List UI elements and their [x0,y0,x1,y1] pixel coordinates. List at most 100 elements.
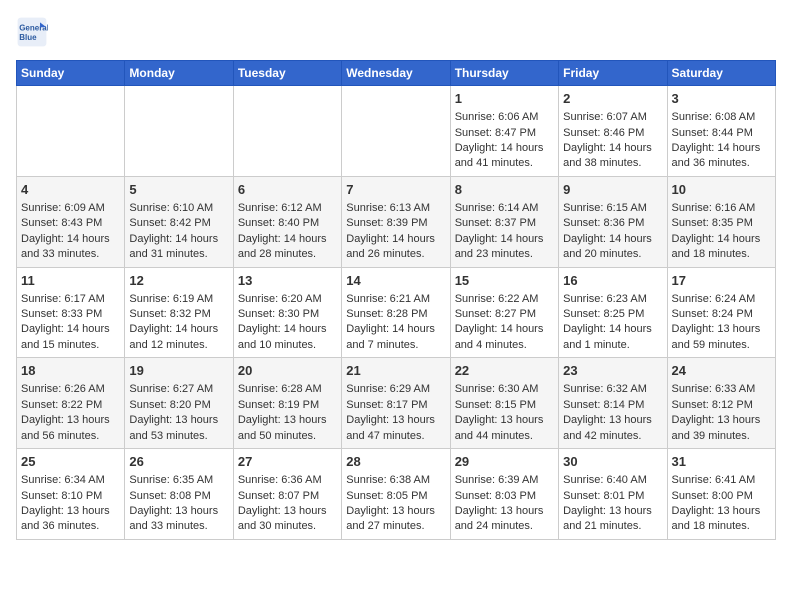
day-info: Sunrise: 6:06 AM Sunset: 8:47 PM Dayligh… [455,110,554,172]
day-info: Sunrise: 6:17 AM Sunset: 8:33 PM Dayligh… [21,292,120,354]
calendar-cell: 9 Sunrise: 6:15 AM Sunset: 8:36 PM Daylig… [559,176,667,267]
day-info: Sunrise: 6:20 AM Sunset: 8:30 PM Dayligh… [238,292,337,354]
calendar-cell: 3 Sunrise: 6:08 AM Sunset: 8:44 PM Daylig… [667,86,775,177]
calendar-table: SundayMondayTuesdayWednesdayThursdayFrid… [16,60,776,540]
day-info: Sunrise: 6:23 AM Sunset: 8:25 PM Dayligh… [563,292,662,354]
day-number: 3 [672,90,771,108]
calendar-cell: 10 Sunrise: 6:16 AM Sunset: 8:35 PM Dayli… [667,176,775,267]
logo-icon: General Blue [16,16,48,48]
day-number: 7 [346,181,445,199]
day-number: 16 [563,272,662,290]
day-info: Sunrise: 6:10 AM Sunset: 8:42 PM Dayligh… [129,201,228,263]
day-number: 22 [455,362,554,380]
day-number: 30 [563,453,662,471]
calendar-cell: 12Sunrise: 6:19 AM Sunset: 8:32 PM Dayli… [125,267,233,358]
day-info: Sunrise: 6:09 AM Sunset: 8:43 PM Dayligh… [21,201,120,263]
day-info: Sunrise: 6:24 AM Sunset: 8:24 PM Dayligh… [672,292,771,354]
day-info: Sunrise: 6:35 AM Sunset: 8:08 PM Dayligh… [129,473,228,535]
day-number: 13 [238,272,337,290]
day-number: 21 [346,362,445,380]
calendar-cell: 16 Sunrise: 6:23 AM Sunset: 8:25 PM Dayli… [559,267,667,358]
day-number: 29 [455,453,554,471]
svg-text:General: General [19,23,48,32]
calendar-cell: 31 Sunrise: 6:41 AM Sunset: 8:00 PM Dayli… [667,449,775,540]
calendar-week-row: 25Sunrise: 6:34 AM Sunset: 8:10 PM Dayli… [17,449,776,540]
day-number: 24 [672,362,771,380]
calendar-cell: 23 Sunrise: 6:32 AM Sunset: 8:14 PM Dayli… [559,358,667,449]
day-info: Sunrise: 6:12 AM Sunset: 8:40 PM Dayligh… [238,201,337,263]
calendar-cell: 15 Sunrise: 6:22 AM Sunset: 8:27 PM Dayli… [450,267,558,358]
day-info: Sunrise: 6:21 AM Sunset: 8:28 PM Dayligh… [346,292,445,354]
day-number: 26 [129,453,228,471]
calendar-cell: 17Sunrise: 6:24 AM Sunset: 8:24 PM Dayli… [667,267,775,358]
day-number: 11 [21,272,120,290]
calendar-week-row: 11 Sunrise: 6:17 AM Sunset: 8:33 PM Dayli… [17,267,776,358]
day-number: 5 [129,181,228,199]
calendar-cell: 18 Sunrise: 6:26 AM Sunset: 8:22 PM Dayli… [17,358,125,449]
calendar-cell: 20 Sunrise: 6:28 AM Sunset: 8:19 PM Dayli… [233,358,341,449]
calendar-cell [342,86,450,177]
calendar-cell: 19Sunrise: 6:27 AM Sunset: 8:20 PM Dayli… [125,358,233,449]
weekday-header: Wednesday [342,61,450,86]
weekday-header: Saturday [667,61,775,86]
day-info: Sunrise: 6:28 AM Sunset: 8:19 PM Dayligh… [238,382,337,444]
calendar-cell: 8 Sunrise: 6:14 AM Sunset: 8:37 PM Daylig… [450,176,558,267]
calendar-cell: 13 Sunrise: 6:20 AM Sunset: 8:30 PM Dayli… [233,267,341,358]
calendar-cell: 5 Sunrise: 6:10 AM Sunset: 8:42 PM Daylig… [125,176,233,267]
calendar-cell: 2 Sunrise: 6:07 AM Sunset: 8:46 PM Daylig… [559,86,667,177]
calendar-cell: 29 Sunrise: 6:39 AM Sunset: 8:03 PM Dayli… [450,449,558,540]
day-info: Sunrise: 6:39 AM Sunset: 8:03 PM Dayligh… [455,473,554,535]
calendar-header-row: SundayMondayTuesdayWednesdayThursdayFrid… [17,61,776,86]
day-number: 9 [563,181,662,199]
weekday-header: Sunday [17,61,125,86]
day-info: Sunrise: 6:38 AM Sunset: 8:05 PM Dayligh… [346,473,445,535]
day-info: Sunrise: 6:16 AM Sunset: 8:35 PM Dayligh… [672,201,771,263]
day-number: 8 [455,181,554,199]
svg-text:Blue: Blue [19,33,37,42]
day-info: Sunrise: 6:29 AM Sunset: 8:17 PM Dayligh… [346,382,445,444]
day-info: Sunrise: 6:32 AM Sunset: 8:14 PM Dayligh… [563,382,662,444]
day-info: Sunrise: 6:30 AM Sunset: 8:15 PM Dayligh… [455,382,554,444]
calendar-cell [125,86,233,177]
day-number: 10 [672,181,771,199]
calendar-week-row: 4 Sunrise: 6:09 AM Sunset: 8:43 PM Daylig… [17,176,776,267]
day-number: 18 [21,362,120,380]
day-number: 31 [672,453,771,471]
logo: General Blue [16,16,52,48]
day-number: 4 [21,181,120,199]
day-info: Sunrise: 6:41 AM Sunset: 8:00 PM Dayligh… [672,473,771,535]
weekday-header: Thursday [450,61,558,86]
page-header: General Blue [16,16,776,48]
day-number: 1 [455,90,554,108]
day-number: 23 [563,362,662,380]
calendar-cell: 21 Sunrise: 6:29 AM Sunset: 8:17 PM Dayli… [342,358,450,449]
day-info: Sunrise: 6:33 AM Sunset: 8:12 PM Dayligh… [672,382,771,444]
weekday-header: Tuesday [233,61,341,86]
day-info: Sunrise: 6:08 AM Sunset: 8:44 PM Dayligh… [672,110,771,172]
calendar-cell: 4 Sunrise: 6:09 AM Sunset: 8:43 PM Daylig… [17,176,125,267]
day-info: Sunrise: 6:07 AM Sunset: 8:46 PM Dayligh… [563,110,662,172]
day-info: Sunrise: 6:15 AM Sunset: 8:36 PM Dayligh… [563,201,662,263]
day-number: 12 [129,272,228,290]
calendar-cell: 24 Sunrise: 6:33 AM Sunset: 8:12 PM Dayli… [667,358,775,449]
day-info: Sunrise: 6:14 AM Sunset: 8:37 PM Dayligh… [455,201,554,263]
calendar-cell [17,86,125,177]
day-number: 20 [238,362,337,380]
calendar-cell: 27Sunrise: 6:36 AM Sunset: 8:07 PM Dayli… [233,449,341,540]
calendar-cell [233,86,341,177]
calendar-cell: 28Sunrise: 6:38 AM Sunset: 8:05 PM Dayli… [342,449,450,540]
calendar-cell: 6Sunrise: 6:12 AM Sunset: 8:40 PM Daylig… [233,176,341,267]
calendar-cell: 25Sunrise: 6:34 AM Sunset: 8:10 PM Dayli… [17,449,125,540]
day-number: 14 [346,272,445,290]
day-info: Sunrise: 6:26 AM Sunset: 8:22 PM Dayligh… [21,382,120,444]
day-info: Sunrise: 6:13 AM Sunset: 8:39 PM Dayligh… [346,201,445,263]
calendar-cell: 26 Sunrise: 6:35 AM Sunset: 8:08 PM Dayli… [125,449,233,540]
day-info: Sunrise: 6:40 AM Sunset: 8:01 PM Dayligh… [563,473,662,535]
calendar-cell: 1 Sunrise: 6:06 AM Sunset: 8:47 PM Daylig… [450,86,558,177]
calendar-cell: 22 Sunrise: 6:30 AM Sunset: 8:15 PM Dayli… [450,358,558,449]
day-number: 15 [455,272,554,290]
day-number: 2 [563,90,662,108]
day-info: Sunrise: 6:22 AM Sunset: 8:27 PM Dayligh… [455,292,554,354]
calendar-cell: 14 Sunrise: 6:21 AM Sunset: 8:28 PM Dayli… [342,267,450,358]
calendar-week-row: 18 Sunrise: 6:26 AM Sunset: 8:22 PM Dayli… [17,358,776,449]
